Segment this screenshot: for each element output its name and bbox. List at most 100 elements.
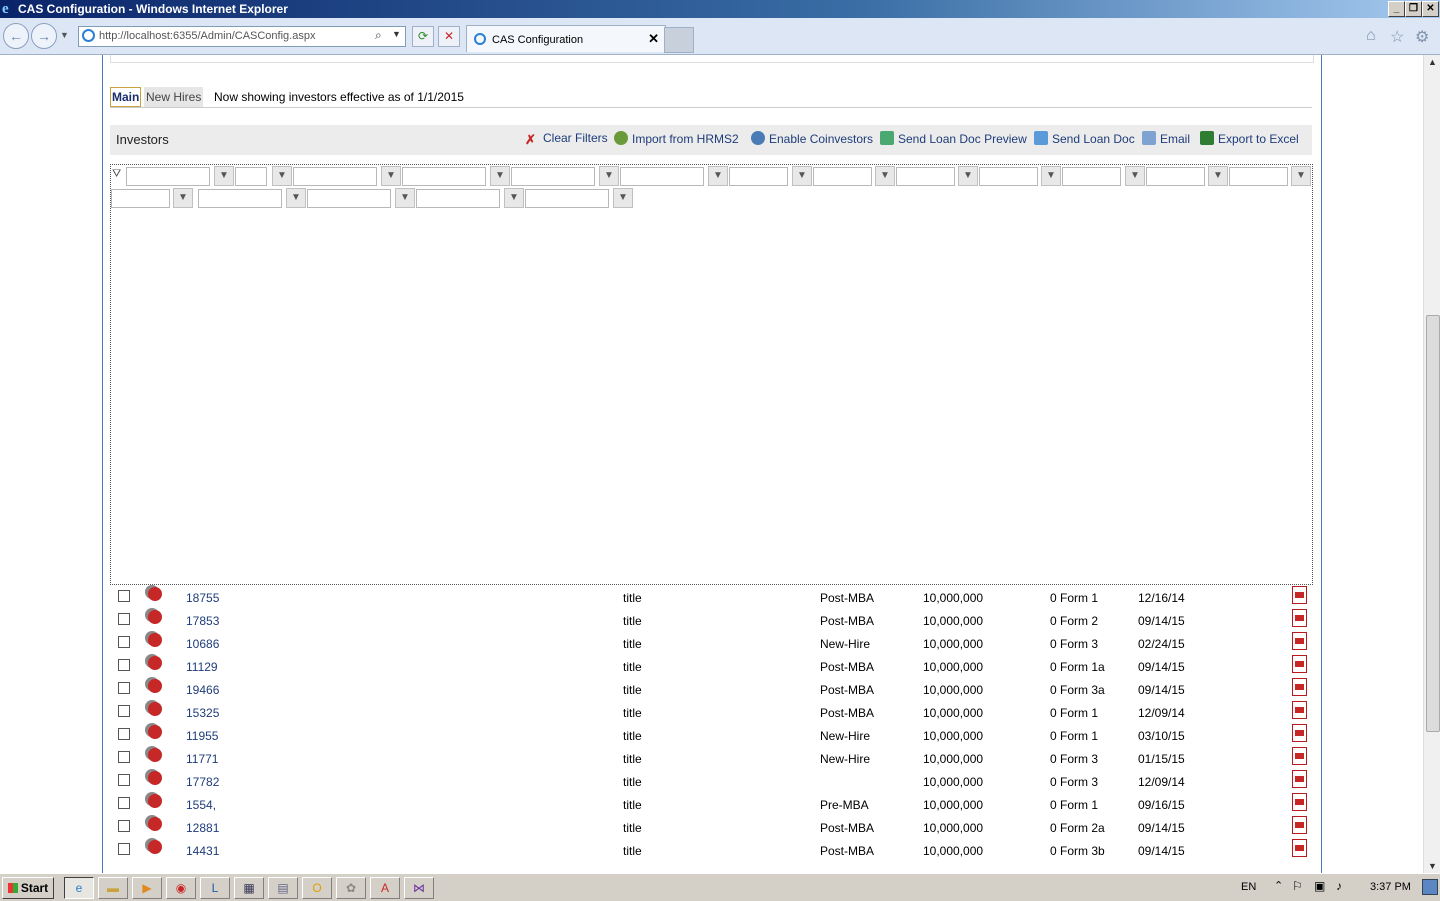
investor-id-link[interactable]: 11129 (186, 660, 218, 674)
investor-id-link[interactable]: 17853 (186, 614, 219, 628)
outlook-taskbar-icon[interactable]: O (302, 877, 332, 899)
investor-id-link[interactable]: 1554, (186, 798, 216, 812)
tab-main[interactable]: Main (110, 87, 142, 107)
pdf-icon[interactable] (1292, 724, 1307, 742)
visual-studio-taskbar-icon[interactable]: ⋈ (404, 877, 434, 899)
row-checkbox[interactable] (118, 797, 130, 809)
investor-id-link[interactable]: 14431 (186, 844, 219, 858)
investor-id-link[interactable]: 11771 (186, 752, 218, 766)
new-tab-button[interactable] (664, 27, 694, 53)
row-checkbox[interactable] (118, 705, 130, 717)
investor-status-icon[interactable] (148, 587, 162, 601)
favorites-icon[interactable]: ☆ (1390, 27, 1404, 47)
filter-input[interactable] (235, 167, 267, 186)
investor-id-link[interactable]: 15325 (186, 706, 219, 720)
import-hrms-button[interactable]: Import from HRMS2 (614, 131, 739, 146)
clock[interactable]: 3:37 PM (1370, 881, 1411, 893)
row-checkbox[interactable] (118, 843, 130, 855)
filter-button[interactable]: ▼ (875, 166, 895, 186)
filter-input[interactable] (511, 167, 595, 186)
filter-button[interactable]: ▼ (173, 188, 193, 208)
investor-id-link[interactable]: 12881 (186, 821, 219, 835)
history-dropdown-icon[interactable]: ▼ (60, 30, 69, 40)
filter-input[interactable] (896, 167, 955, 186)
filter-input[interactable] (416, 189, 500, 208)
filter-input[interactable] (729, 167, 788, 186)
minimize-button[interactable]: _ (1388, 1, 1405, 17)
row-checkbox[interactable] (118, 751, 130, 763)
network-icon[interactable]: ▣ (1314, 879, 1325, 893)
row-checkbox[interactable] (118, 820, 130, 832)
pdf-icon[interactable] (1292, 747, 1307, 765)
address-bar[interactable]: http://localhost:6355/Admin/CASConfig.as… (78, 26, 406, 47)
flag-notification-icon[interactable]: ⚐ (1292, 879, 1303, 893)
start-button[interactable]: Start (2, 877, 54, 899)
filter-input[interactable] (979, 167, 1038, 186)
enable-coinvestors-button[interactable]: Enable Coinvestors (751, 131, 873, 146)
investor-status-icon[interactable] (148, 794, 162, 808)
filter-button[interactable]: ▼ (381, 166, 401, 186)
pdf-icon[interactable] (1292, 793, 1307, 811)
back-button[interactable]: ← (3, 23, 29, 49)
address-dropdown-icon[interactable]: ▼ (392, 29, 401, 39)
filter-input[interactable] (620, 167, 704, 186)
clear-filters-button[interactable]: ✗ Clear Filters (525, 131, 608, 147)
volume-icon[interactable]: ♪ (1336, 879, 1342, 893)
pdf-icon[interactable] (1292, 839, 1307, 857)
investor-id-link[interactable]: 10686 (186, 637, 219, 651)
filter-input[interactable] (1146, 167, 1205, 186)
filter-button[interactable]: ▼ (395, 188, 415, 208)
filter-button[interactable]: ▼ (613, 188, 633, 208)
investor-status-icon[interactable] (148, 840, 162, 854)
investor-id-link[interactable]: 19466 (186, 683, 219, 697)
row-checkbox[interactable] (118, 728, 130, 740)
investor-status-icon[interactable] (148, 679, 162, 693)
investor-status-icon[interactable] (148, 771, 162, 785)
pdf-icon[interactable] (1292, 609, 1307, 627)
scrollbar-thumb[interactable] (1426, 315, 1440, 732)
filter-input[interactable] (293, 167, 377, 186)
filter-input[interactable] (1229, 167, 1288, 186)
filter-button[interactable]: ▼ (1291, 166, 1311, 186)
filter-button[interactable]: ▼ (504, 188, 524, 208)
investor-id-link[interactable]: 18755 (186, 591, 219, 605)
filter-button[interactable]: ▼ (214, 166, 234, 186)
close-window-button[interactable]: ✕ (1422, 1, 1439, 17)
filter-input[interactable] (126, 167, 210, 186)
pdf-icon[interactable] (1292, 816, 1307, 834)
scroll-down-icon[interactable]: ▼ (1424, 859, 1440, 873)
pdf-icon[interactable] (1292, 770, 1307, 788)
investor-status-icon[interactable] (148, 610, 162, 624)
ie-taskbar-icon[interactable]: e (64, 877, 94, 899)
filter-button[interactable]: ▼ (599, 166, 619, 186)
home-icon[interactable]: ⌂ (1366, 27, 1376, 45)
filter-button[interactable]: ▼ (1125, 166, 1145, 186)
chrome-taskbar-icon[interactable]: ◉ (166, 877, 196, 899)
investor-status-icon[interactable] (148, 656, 162, 670)
search-icon[interactable]: ⌕ (375, 28, 382, 43)
row-checkbox[interactable] (118, 682, 130, 694)
investor-status-icon[interactable] (148, 633, 162, 647)
show-desktop-icon[interactable] (1422, 879, 1438, 895)
stop-button[interactable]: ✕ (438, 26, 460, 47)
investor-status-icon[interactable] (148, 748, 162, 762)
forward-button[interactable]: → (31, 23, 57, 49)
filter-button[interactable]: ▼ (792, 166, 812, 186)
filter-input[interactable] (111, 189, 170, 208)
filter-button[interactable]: ▼ (1208, 166, 1228, 186)
investor-status-icon[interactable] (148, 725, 162, 739)
filter-button[interactable]: ▼ (286, 188, 306, 208)
media-player-taskbar-icon[interactable]: ▶ (132, 877, 162, 899)
pdf-icon[interactable] (1292, 632, 1307, 650)
send-loan-doc-preview-button[interactable]: Send Loan Doc Preview (880, 131, 1027, 146)
row-checkbox[interactable] (118, 613, 130, 625)
pdf-icon[interactable] (1292, 678, 1307, 696)
filter-button[interactable]: ▼ (490, 166, 510, 186)
filter-button[interactable]: ▼ (958, 166, 978, 186)
row-checkbox[interactable] (118, 636, 130, 648)
filter-button[interactable]: ▼ (272, 166, 292, 186)
filter-input[interactable] (1062, 167, 1121, 186)
pdf-icon[interactable] (1292, 586, 1307, 604)
filter-input[interactable] (198, 189, 282, 208)
scroll-up-icon[interactable]: ▲ (1424, 55, 1440, 69)
